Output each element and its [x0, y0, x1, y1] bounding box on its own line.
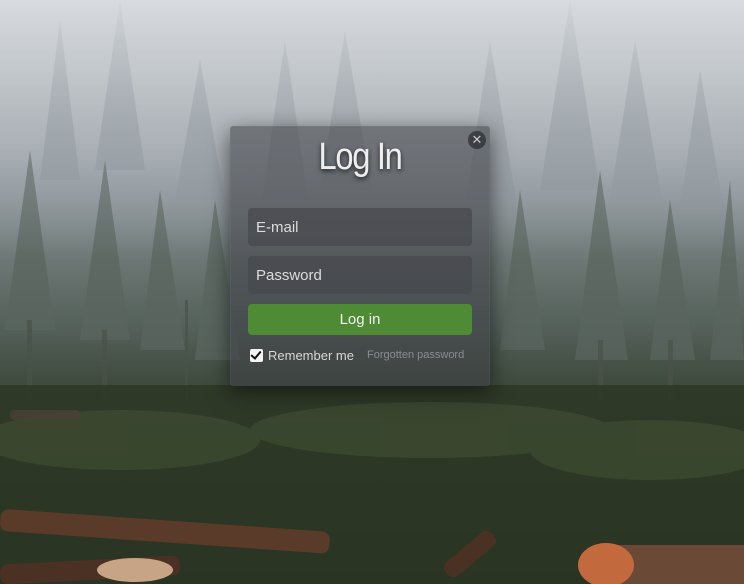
remember-me-label: Remember me: [268, 347, 354, 363]
forgot-password-link[interactable]: Forgotten password: [367, 349, 464, 361]
remember-me-checkbox[interactable]: Remember me: [250, 347, 354, 363]
login-button[interactable]: Log in: [248, 304, 472, 335]
password-field[interactable]: [248, 256, 472, 294]
checkbox-box[interactable]: [250, 347, 263, 362]
email-field[interactable]: [248, 208, 472, 246]
login-modal: Log In ✕ Log in Remember me Forgotten pa…: [230, 126, 490, 386]
checkmark-icon: [250, 347, 262, 360]
modal-title: Log In: [318, 136, 402, 178]
close-icon[interactable]: ✕: [467, 130, 487, 150]
